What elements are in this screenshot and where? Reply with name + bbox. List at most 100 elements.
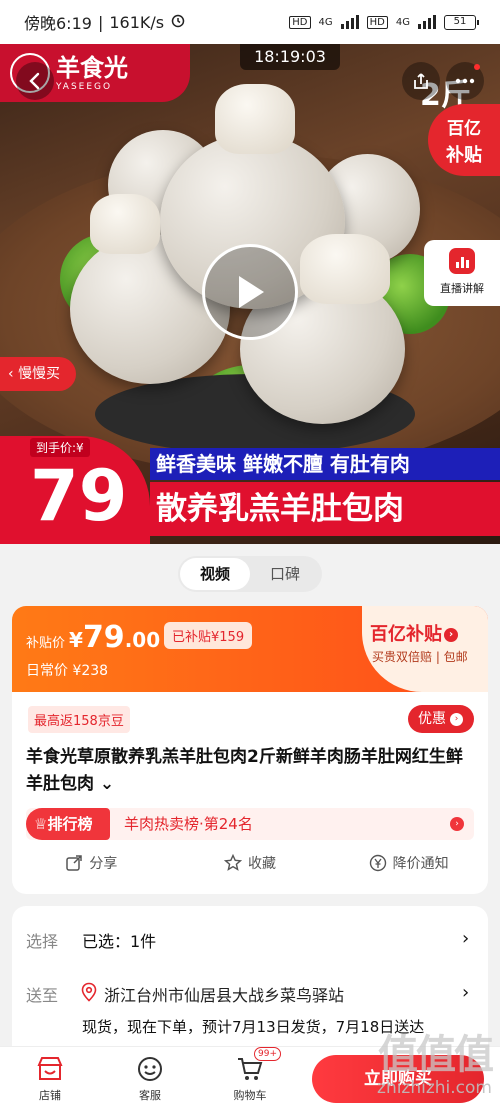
- subsidy-program-name: 百亿补贴: [370, 624, 442, 645]
- store-label: 店铺: [39, 1089, 61, 1102]
- tab-video[interactable]: 视频: [180, 558, 250, 590]
- watermark-url: zhizhizhi.com: [377, 1078, 492, 1098]
- promo-price-value: 79: [30, 455, 128, 537]
- coupon-button[interactable]: 优惠 ›: [408, 705, 474, 733]
- signal-icon-2: [418, 15, 436, 29]
- price-alert-action[interactable]: 降价通知: [329, 846, 488, 880]
- status-separator: |: [97, 12, 104, 32]
- product-title[interactable]: 羊食光草原散养乳羔羊肚包肉2斤新鲜羊肉肠羊肚网红生鲜羊肚包肉 ⌄: [26, 744, 476, 798]
- status-speed: 161K/s: [109, 12, 165, 32]
- tripe-tie: [300, 234, 390, 304]
- status-time: 傍晚6:19: [24, 14, 92, 33]
- share-icon: [414, 73, 428, 89]
- ranking-tag-label: 排行榜: [47, 815, 93, 833]
- price-header: 补贴价 ¥ 79 .00 已补贴¥159 日常价 ¥238 百亿补贴 › 买贵双倍…: [12, 606, 488, 692]
- promo-slogan: 鲜香美味 鲜嫩不膻 有肚有肉: [150, 448, 500, 480]
- chevron-right-icon: ›: [462, 928, 470, 949]
- share-button[interactable]: [402, 62, 440, 100]
- billion-subsidy-badge[interactable]: 百亿 补贴: [428, 104, 500, 176]
- chevron-right-icon: ›: [450, 817, 464, 831]
- badge-line-1: 百亿: [447, 119, 481, 139]
- promo-banner: 到手价:¥ 79 鲜香美味 鲜嫩不膻 有肚有肉 散养乳羔羊肚包肉: [0, 436, 500, 544]
- notification-dot: [474, 64, 480, 70]
- subsidy-program-title[interactable]: 百亿补贴 ›: [370, 620, 458, 646]
- normal-price: 日常价 ¥238: [26, 663, 109, 679]
- play-button[interactable]: [202, 244, 298, 340]
- chevron-down-icon[interactable]: ⌄: [100, 774, 114, 794]
- cart-label: 购物车: [233, 1089, 267, 1102]
- star-icon: [224, 854, 242, 871]
- product-page: 傍晚6:19 | 161K/s HD 4G HD 4G 51 羊食光 YASEE…: [0, 0, 500, 1111]
- chevron-right-icon: ›: [450, 712, 463, 726]
- brand-name: 羊食光: [56, 54, 128, 82]
- tripe-tie: [90, 194, 160, 254]
- badge-line-2: 补贴: [446, 145, 482, 166]
- yen-circle-icon: [369, 854, 386, 872]
- product-hero-media[interactable]: 羊食光 YASEEGO 18:19:03 2斤 百亿 补贴 直播讲解 ‹ 慢慢买…: [0, 44, 500, 544]
- play-icon: [239, 276, 264, 308]
- store-button[interactable]: 店铺: [20, 1055, 80, 1103]
- promo-title: 散养乳羔羊肚包肉: [150, 482, 500, 536]
- price-alert-label: 降价通知: [392, 856, 449, 872]
- price-integer: 79: [82, 620, 125, 655]
- share-action[interactable]: 分享: [12, 846, 171, 880]
- chevron-right-icon: ›: [462, 982, 470, 1003]
- favorite-action[interactable]: 收藏: [171, 846, 330, 880]
- trophy-icon: ♕: [34, 815, 48, 833]
- share-icon: [66, 855, 83, 871]
- live-chart-icon: [449, 248, 475, 274]
- slow-buy-label: 慢慢买: [18, 366, 61, 382]
- ranking-row[interactable]: ♕排行榜 羊肉热卖榜·第24名 ›: [26, 808, 474, 840]
- location-pin-icon: [80, 982, 98, 1006]
- action-row: 分享 收藏 降价通知: [12, 846, 488, 880]
- tripe-tie: [215, 84, 295, 154]
- service-icon: [138, 1057, 162, 1081]
- live-label: 直播讲解: [440, 282, 484, 295]
- chevron-right-icon: ›: [444, 628, 458, 642]
- ranking-tag: ♕排行榜: [26, 808, 110, 840]
- currency-symbol: ¥: [69, 628, 83, 652]
- delivery-address: 浙江台州市仙居县大战乡菜鸟驿站: [104, 986, 345, 1005]
- signal-icon: [340, 15, 359, 29]
- video-timestamp: 18:19:03: [240, 44, 340, 70]
- cart-count-badge: 99+: [254, 1047, 281, 1061]
- chevron-left-small-icon: ‹: [8, 366, 19, 382]
- more-button[interactable]: [446, 62, 484, 100]
- network-label-1: 4G: [318, 16, 333, 28]
- subsidy-price-label: 补贴价: [26, 636, 66, 651]
- subsidized-amount: 已补贴¥159: [164, 622, 253, 649]
- service-label: 客服: [139, 1089, 161, 1102]
- coupon-label: 优惠: [418, 711, 446, 727]
- alarm-icon: [170, 12, 186, 32]
- select-label: 选择: [26, 932, 59, 951]
- status-bar: 傍晚6:19 | 161K/s HD 4G HD 4G 51: [0, 0, 500, 44]
- battery-icon: 51: [444, 14, 479, 30]
- subsidy-program-desc: 买贵双倍赔 | 包邮: [372, 650, 468, 664]
- chevron-left-icon: [29, 72, 40, 90]
- hd-icon-2: HD: [366, 15, 388, 29]
- brand-sub: YASEEGO: [56, 82, 113, 92]
- live-explain-button[interactable]: 直播讲解: [424, 240, 500, 306]
- product-title-text: 羊食光草原散养乳羔羊肚包肉2斤新鲜羊肉肠羊肚网红生鲜羊肚包肉: [26, 747, 463, 794]
- media-tabs: 视频 口碑: [178, 556, 322, 592]
- watermark: 值值值 zhizhizhi.com: [352, 1032, 494, 1104]
- favorite-label: 收藏: [248, 856, 276, 872]
- delivery-label: 送至: [26, 986, 59, 1005]
- service-button[interactable]: 客服: [120, 1055, 180, 1103]
- network-label-2: 4G: [395, 16, 410, 28]
- select-value: 已选：1件: [82, 932, 157, 951]
- cart-button[interactable]: 99+ 购物车: [220, 1047, 281, 1103]
- back-button[interactable]: [16, 62, 54, 100]
- price-card: 补贴价 ¥ 79 .00 已补贴¥159 日常价 ¥238 百亿补贴 › 买贵双倍…: [12, 606, 488, 894]
- price-decimal: .00: [124, 628, 161, 652]
- promo-price-block: 到手价:¥ 79: [0, 436, 150, 544]
- store-icon: [37, 1057, 63, 1080]
- more-icon: [455, 78, 475, 84]
- slow-buy-tab[interactable]: ‹ 慢慢买: [0, 357, 76, 391]
- ranking-text: 羊肉热卖榜·第24名: [124, 815, 253, 833]
- tab-reviews[interactable]: 口碑: [250, 558, 320, 590]
- hd-icon: HD: [289, 15, 311, 29]
- share-label: 分享: [89, 856, 118, 872]
- subsidy-price: 补贴价 ¥ 79 .00: [26, 620, 160, 655]
- rebate-tag[interactable]: 最高返158京豆: [28, 706, 130, 733]
